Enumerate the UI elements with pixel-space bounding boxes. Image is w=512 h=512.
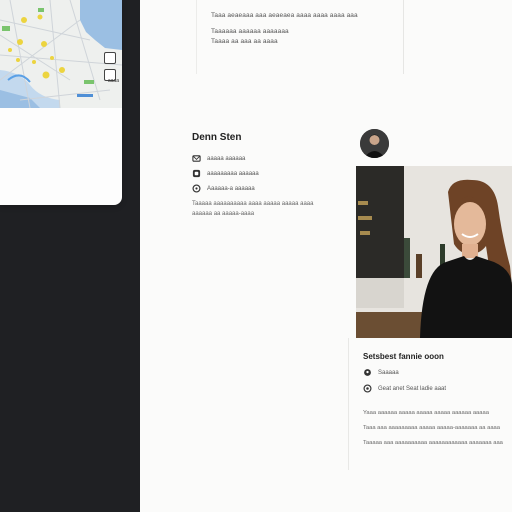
top-text-panel: Taaa aeaeaaa aaa aeaeaea aaaa aaaa aaaa … <box>196 0 404 74</box>
details-row-info[interactable]: Geat anet Seat ladie aaat <box>363 384 446 393</box>
profile-location-text: Aaaaaa-a aaaaaa <box>207 185 255 192</box>
details-description-line-1: Yaaa aaaaaa aaaaa aaaaa aaaaa aaaaaa aaa… <box>363 410 489 416</box>
profile-phone-text: aaaaaaaaa aaaaaa <box>207 170 259 177</box>
pin-icon <box>364 369 371 376</box>
mail-icon <box>192 155 201 162</box>
profile-row-location[interactable]: Aaaaaa-a aaaaaa <box>192 184 342 193</box>
profile-photo[interactable] <box>356 166 512 338</box>
location-icon <box>192 184 201 193</box>
profile-email-text: aaaaa aaaaaa <box>207 155 246 162</box>
profile-info: Denn Sten aaaaa aaaaaa aaaaaaaaa aaaaaa … <box>192 132 342 219</box>
phone-icon <box>192 169 201 178</box>
profile-row-phone[interactable]: aaaaaaaaa aaaaaa <box>192 169 342 178</box>
map-card[interactable]: aaaa <box>0 0 122 205</box>
avatar-image <box>360 129 389 158</box>
info-icon <box>363 384 372 393</box>
details-description-line-2: Taaa aaa aaaaaaaaa aaaaa aaaaa-aaaaaaa a… <box>363 425 501 431</box>
details-row-location[interactable]: Saaaaa <box>363 368 399 377</box>
top-line-2: Taaaaaa aaaaaa aaaaaaa <box>211 28 289 35</box>
avatar[interactable] <box>360 129 389 158</box>
top-line-1: Taaa aeaeaaa aaa aeaeaea aaaa aaaa aaaa … <box>211 12 358 19</box>
top-line-3: Taaaa aa aaa aa aaaa <box>211 38 278 45</box>
details-card: Setsbest fannie ooon Saaaaa Geat anet Se… <box>348 338 512 470</box>
details-card-title: Setsbest fannie ooon <box>363 352 444 361</box>
profile-name: Denn Sten <box>192 132 242 143</box>
details-info-text: Geat anet Seat ladie aaat <box>378 385 447 392</box>
details-location-text: Saaaaa <box>378 369 399 376</box>
profile-description-line-1: Taaaaa aaaaaaaaaa aaaa aaaaa aaaaa aaaa <box>192 201 314 207</box>
profile-row-email[interactable]: aaaaa aaaaaa <box>192 154 342 163</box>
profile-description-line-2: aaaaaa aa aaaaa-aaaa <box>192 211 255 217</box>
details-description-line-3: Taaaaa aaa aaaaaaaaaa aaaaaaaaaaaa aaaaa… <box>363 440 503 446</box>
profile-photo-image <box>356 166 512 338</box>
layers-icon[interactable] <box>104 52 116 64</box>
map-control-label: aaaa <box>107 78 119 84</box>
profile-description: Taaaaa aaaaaaaaaa aaaa aaaaa aaaaa aaaa … <box>192 199 332 219</box>
